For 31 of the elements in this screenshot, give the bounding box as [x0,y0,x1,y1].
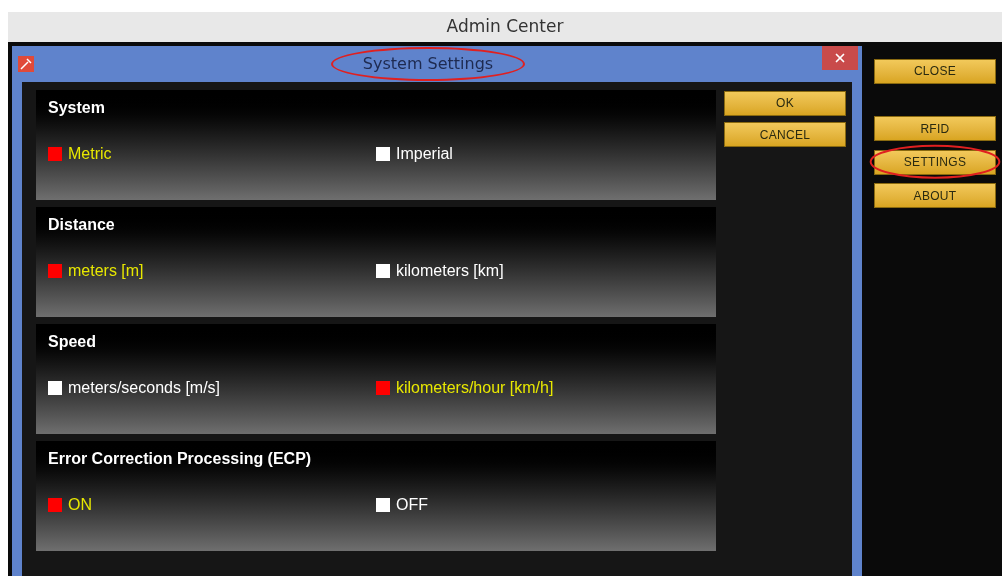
option-label[interactable]: Metric [68,142,112,166]
unselected-square-icon[interactable] [376,147,390,161]
action-button[interactable]: ABOUT [874,183,996,208]
action-button[interactable]: SETTINGS [874,149,996,175]
close-button[interactable] [822,46,858,70]
section-heading: Speed [48,332,97,352]
selected-square-icon[interactable] [376,381,390,395]
option-label[interactable]: meters/seconds [m/s] [68,376,221,400]
dialog-title: System Settings [362,54,494,73]
unselected-square-icon[interactable] [48,381,62,395]
option-label[interactable]: kilometers [km] [396,259,504,283]
section-heading: Distance [48,215,116,235]
option-label[interactable]: kilometers/hour [km/h] [396,376,554,400]
section-heading: Error Correction Processing (ECP) [48,449,313,469]
action-button[interactable]: OK [724,90,846,116]
wrench-icon [18,56,34,72]
selected-square-icon[interactable] [48,264,62,278]
selected-square-icon[interactable] [48,147,62,161]
close-icon [833,51,847,65]
selected-square-icon[interactable] [48,498,62,512]
unselected-square-icon[interactable] [376,264,390,278]
action-button[interactable]: CANCEL [724,122,846,147]
action-button[interactable]: RFID [874,116,996,141]
section-heading: System [48,98,106,118]
option-label[interactable]: ON [68,493,92,517]
option-label[interactable]: meters [m] [68,259,144,283]
option-label[interactable]: Imperial [396,142,453,166]
window-title: Admin Center [446,15,564,39]
unselected-square-icon[interactable] [376,498,390,512]
option-label[interactable]: OFF [396,493,428,517]
action-button[interactable]: CLOSE [874,58,996,84]
